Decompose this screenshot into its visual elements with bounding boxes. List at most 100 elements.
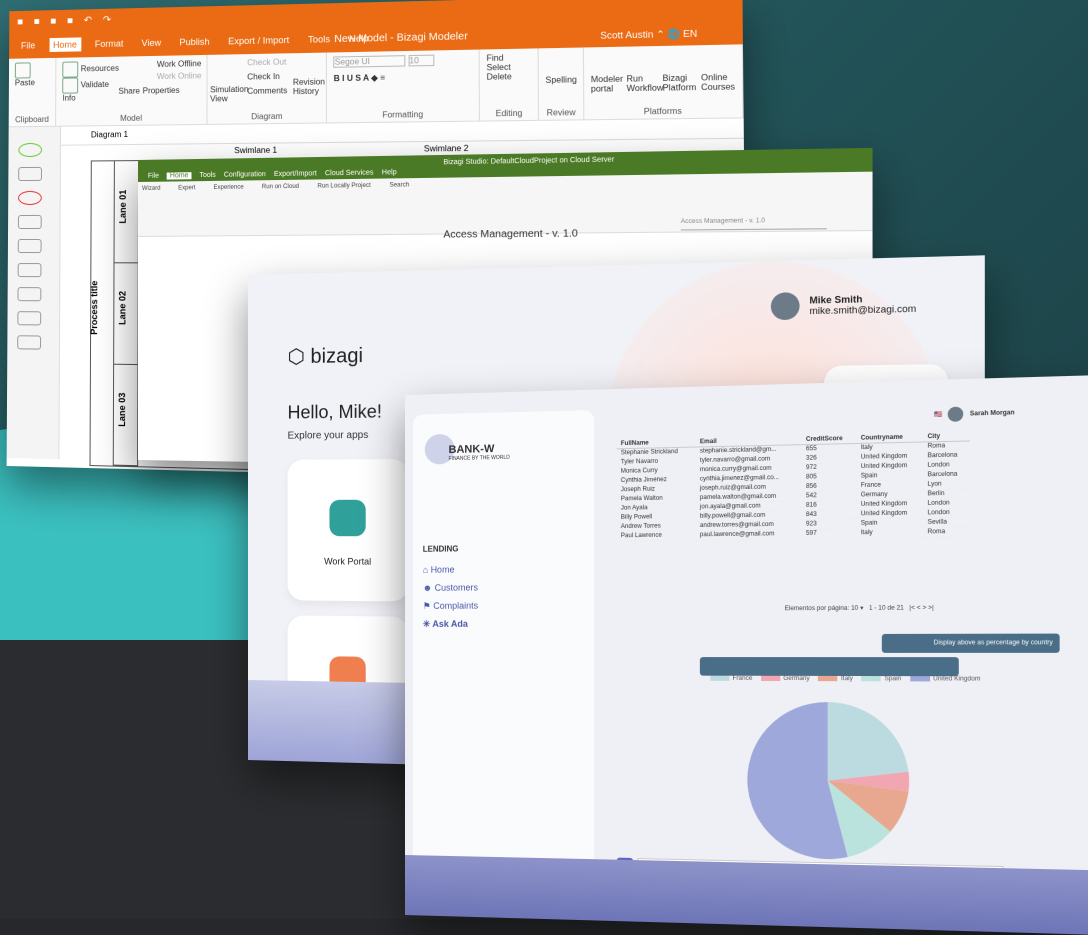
lane-02[interactable]: Lane 02: [113, 262, 139, 366]
properties-button[interactable]: Properties: [143, 86, 180, 96]
font-size-select[interactable]: 10: [408, 54, 434, 67]
window-title: New Model - Bizagi Modeler: [334, 31, 468, 46]
sidebar-item-ask-ada[interactable]: ✳ Ask Ada: [423, 619, 468, 630]
tab-help[interactable]: Help: [382, 169, 397, 176]
paste-icon[interactable]: [14, 62, 31, 79]
response-banner: Display above as percentage by country: [881, 633, 1060, 653]
group-icon[interactable]: [17, 287, 42, 302]
user-profile[interactable]: 🇺🇸 Sarah Morgan: [934, 405, 1015, 422]
legend-item[interactable]: Germany: [760, 675, 810, 682]
quick-access-toolbar[interactable]: ■ ■ ■ ■ ↶ ↷: [17, 15, 115, 28]
run-on-cloud-button[interactable]: Run on Cloud: [262, 184, 299, 231]
delete-button[interactable]: Delete: [487, 72, 532, 82]
experience-button[interactable]: Experience: [213, 185, 243, 232]
check-out-button[interactable]: Check Out: [247, 57, 286, 67]
group-label: Editing: [495, 108, 523, 119]
revision-history-button[interactable]: Revision History: [293, 77, 325, 96]
image-icon[interactable]: [17, 311, 42, 326]
tab-home[interactable]: Home: [49, 37, 81, 53]
tab-view[interactable]: View: [138, 36, 166, 51]
chart-legend: France Germany Italy Spain United Kingdom: [710, 675, 981, 683]
lane-01[interactable]: Lane 01: [113, 161, 140, 264]
sidebar-item-home[interactable]: ⌂ Home: [423, 565, 455, 575]
page-range: 1 - 10 de 21: [868, 605, 904, 612]
page-size-select[interactable]: 10: [851, 606, 858, 612]
logo-text: bizagi: [310, 344, 363, 368]
tab-configuration[interactable]: Configuration: [224, 171, 266, 179]
group-label: Review: [546, 107, 576, 118]
work-offline-button[interactable]: Work Offline: [157, 59, 202, 69]
main-panel: FullName Email CreditScore Countryname City …: [616, 430, 1060, 923]
tab-cloud-services[interactable]: Cloud Services: [325, 169, 374, 177]
brand-tagline: FINANCE BY THE WORLD: [448, 454, 510, 463]
group-label: Clipboard: [15, 114, 49, 125]
legend-label: United Kingdom: [933, 676, 981, 683]
legend-item[interactable]: Italy: [818, 675, 853, 683]
legend-swatch: [861, 676, 882, 682]
swimlane-label: Swimlane 1: [234, 145, 278, 156]
work-online-button[interactable]: Work Online: [157, 71, 202, 81]
modeler-tabs: File Home Format View Publish Export / I…: [17, 31, 373, 53]
tab-export-import[interactable]: Export/Import: [274, 170, 317, 178]
tab-format[interactable]: Format: [91, 36, 128, 51]
comments-button[interactable]: Comments: [247, 86, 287, 96]
share-button[interactable]: Share: [118, 86, 140, 95]
tab-publish[interactable]: Publish: [175, 34, 213, 49]
table-cell: 597: [801, 528, 857, 539]
legend-item[interactable]: France: [710, 675, 752, 682]
legend-item[interactable]: United Kingdom: [909, 676, 981, 683]
search-button[interactable]: Search: [389, 182, 409, 230]
tab-file[interactable]: File: [148, 173, 159, 180]
end-event-icon[interactable]: [18, 190, 42, 206]
legend-item[interactable]: Spain: [861, 676, 901, 683]
lane-label: Lane 02: [117, 290, 128, 326]
simulation-view-button[interactable]: Simulation View: [210, 85, 249, 104]
sidebar-item-customers[interactable]: ☻ Customers: [423, 582, 478, 592]
font-select[interactable]: Segoe UI: [333, 55, 406, 68]
user-profile[interactable]: Mike Smith mike.smith@bizagi.com: [771, 289, 916, 321]
connector-icon[interactable]: [17, 214, 42, 229]
tab-home[interactable]: Home: [166, 172, 192, 180]
check-in-button[interactable]: Check In: [247, 72, 280, 82]
wizard-button[interactable]: Wizard: [142, 186, 160, 232]
task-icon[interactable]: [18, 166, 42, 182]
last-page-icon[interactable]: >|: [928, 605, 934, 611]
tab-export-import[interactable]: Export / Import: [224, 33, 293, 49]
next-page-icon[interactable]: >: [922, 605, 926, 611]
table-cell: Paul Lawrence: [616, 530, 696, 541]
text-icon[interactable]: [17, 335, 42, 350]
search-input[interactable]: Access Management - v. 1.0: [680, 217, 827, 231]
table-cell: Roma: [923, 526, 970, 538]
lane-03[interactable]: Lane 03: [112, 363, 139, 467]
table-cell: Italy: [856, 527, 924, 538]
tab-tools[interactable]: Tools: [304, 32, 334, 47]
validate-icon: [62, 77, 79, 94]
editing-group: Find Select Delete Editing: [479, 48, 540, 121]
table-cell: paul.lawrence@gmail.com: [695, 529, 802, 540]
review-group: Spelling Review: [538, 47, 585, 120]
tab-file[interactable]: File: [17, 38, 39, 52]
user-menu[interactable]: Scott Austin ⌃ 🌐 EN: [600, 28, 697, 42]
expert-button[interactable]: Expert: [178, 185, 195, 231]
group-label: Diagram: [251, 111, 283, 122]
greeting: Hello, Mike!: [287, 401, 382, 423]
process-title: Process title: [88, 280, 100, 335]
data-object-icon[interactable]: [17, 263, 42, 278]
legend-label: Italy: [840, 676, 853, 683]
prev-page-icon[interactable]: <: [917, 605, 921, 611]
spelling-button[interactable]: Spelling: [545, 75, 577, 85]
event-icon[interactable]: [18, 142, 43, 158]
pool-icon[interactable]: [17, 239, 42, 254]
first-page-icon[interactable]: |<: [909, 605, 915, 611]
tab-tools[interactable]: Tools: [199, 172, 215, 179]
pie-slice-france[interactable]: [827, 702, 909, 782]
legend-swatch: [909, 676, 930, 682]
paste-button[interactable]: Paste: [15, 78, 50, 87]
clipboard-group: Paste Clipboard: [8, 57, 57, 127]
sidebar-item-complaints[interactable]: ⚑ Complaints: [423, 601, 478, 612]
pagination: Elementos por página: 10 ▾ 1 - 10 de 21 …: [784, 605, 934, 613]
run-locally-button[interactable]: Run Locally Project: [318, 183, 371, 231]
format-buttons[interactable]: B I U S A ◆ ≡: [334, 72, 473, 83]
app-card-work-portal[interactable]: Work Portal: [287, 458, 409, 602]
swimlane-label: Swimlane 2: [423, 143, 469, 154]
